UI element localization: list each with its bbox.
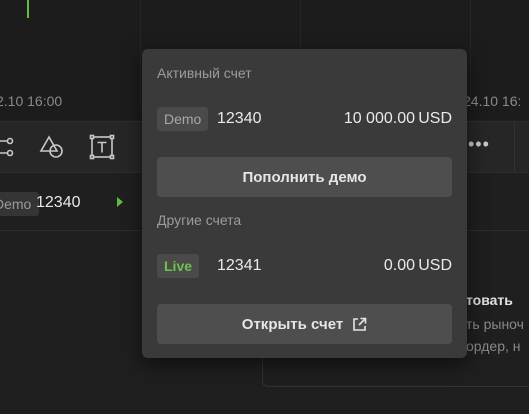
connector-tool-icon[interactable] (0, 134, 16, 160)
shapes-tool-icon[interactable] (39, 134, 65, 160)
account-type-badge: Demo (0, 192, 40, 216)
other-account-balance: 0.00 (383, 257, 415, 274)
more-icon[interactable]: ••• (468, 134, 490, 155)
expand-arrow-icon[interactable] (117, 197, 123, 207)
text-tool-icon[interactable] (89, 134, 115, 160)
active-account-balance: 10 000.00 (343, 110, 415, 127)
order-hint-text: ть рыноч (466, 316, 524, 332)
other-accounts-heading: Другие счета (157, 212, 242, 228)
open-account-button[interactable]: Открыть счет (157, 304, 452, 344)
active-account-number: 12340 (217, 110, 262, 127)
active-account-heading: Активный счет (157, 65, 252, 81)
external-link-icon (352, 317, 367, 332)
order-hint-title: товать (466, 292, 513, 308)
candle (27, 0, 29, 18)
order-hint-text: ордер, н (466, 338, 521, 354)
demo-badge: Demo (157, 107, 209, 131)
live-badge: Live (157, 254, 200, 278)
chart-grid-line (140, 0, 141, 110)
other-account-number: 12341 (217, 257, 262, 274)
time-axis-label: 2.10 16:00 (0, 93, 63, 109)
other-account-currency: USD (418, 257, 452, 274)
time-axis-label: 24.10 16: (463, 93, 522, 109)
open-account-label: Открыть счет (241, 315, 344, 333)
topup-demo-button[interactable]: Пополнить демо (157, 157, 452, 197)
account-number: 12340 (36, 194, 81, 211)
toolbar-divider (514, 122, 515, 172)
account-switcher-popup: Активный счет Demo 12340 10 000.00 USD П… (142, 49, 467, 358)
active-account-currency: USD (418, 110, 452, 127)
